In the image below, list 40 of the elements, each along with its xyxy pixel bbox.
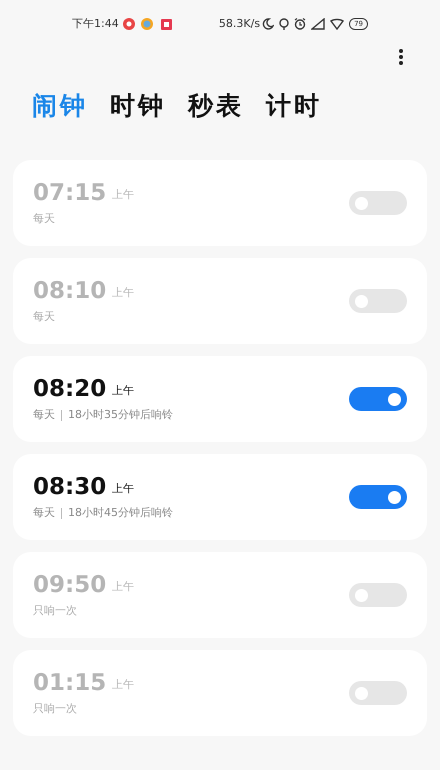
toggle-switch[interactable]: [349, 387, 407, 411]
toggle-switch[interactable]: [349, 583, 407, 607]
countdown-label: 18小时35分钟后响铃: [68, 406, 173, 423]
repeat-label: 每天: [33, 504, 55, 521]
network-speed: 58.3K/s: [218, 16, 260, 32]
signal-icon: [311, 18, 326, 30]
alarm-time: 08:20: [33, 374, 106, 403]
wifi-icon: [330, 18, 344, 30]
period-label: 上午: [112, 677, 134, 694]
repeat-label: 每天: [33, 210, 55, 227]
repeat-label: 只响一次: [33, 602, 77, 619]
countdown-label: 18小时45分钟后响铃: [68, 504, 173, 521]
toggle-switch[interactable]: [349, 485, 407, 509]
app-icon: [160, 18, 172, 30]
more-options-icon[interactable]: [398, 48, 404, 66]
toggle-switch[interactable]: [349, 681, 407, 705]
period-label: 上午: [112, 187, 134, 204]
period-label: 上午: [112, 383, 134, 400]
alarm-time: 08:10: [33, 276, 106, 305]
period-label: 上午: [112, 285, 134, 302]
period-label: 上午: [112, 579, 134, 596]
record-icon: [122, 18, 135, 30]
alarm-time: 08:30: [33, 472, 106, 501]
tab[interactable]: 秒表: [188, 87, 244, 125]
repeat-label: 每天: [33, 308, 55, 325]
tab[interactable]: 计时: [266, 87, 322, 125]
alarm-card[interactable]: 08:30 上午 每天 18小时45分钟后响铃: [13, 454, 427, 540]
alarm-icon: [294, 18, 306, 30]
moon-icon: [262, 18, 274, 30]
alarm-card[interactable]: 08:20 上午 每天 18小时35分钟后响铃: [13, 356, 427, 442]
alarm-time: 07:15: [33, 178, 106, 207]
toggle-switch[interactable]: [349, 191, 407, 215]
status-time: 下午1:44: [72, 16, 119, 32]
repeat-label: 只响一次: [33, 700, 77, 717]
toggle-switch[interactable]: [349, 289, 407, 313]
tab[interactable]: 时钟: [110, 87, 166, 125]
repeat-label: 每天: [33, 406, 55, 423]
alarm-time: 09:50: [33, 570, 106, 599]
period-label: 上午: [112, 481, 134, 498]
alarm-time: 01:15: [33, 668, 106, 697]
